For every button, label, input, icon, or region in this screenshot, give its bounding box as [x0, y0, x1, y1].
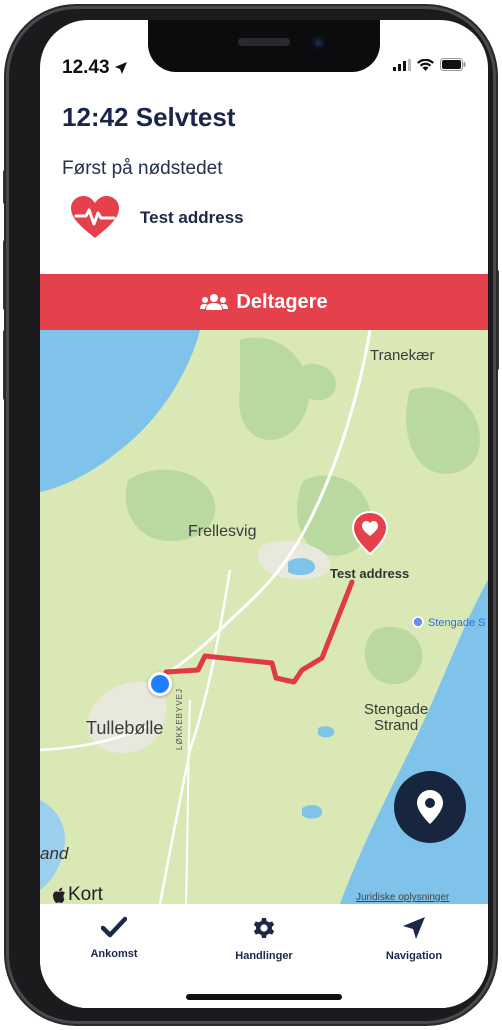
users-group-icon: [200, 294, 229, 310]
forest-5: [364, 626, 423, 685]
destination-marker: [351, 510, 389, 556]
map-label-stengade-poi: Stengade S: [428, 617, 486, 629]
participants-button[interactable]: Deltagere: [40, 274, 488, 330]
tab-bar: Ankomst Handlinger Navigation: [40, 904, 488, 1008]
address-row: Test address: [70, 196, 244, 240]
tab-navigation-label: Navigation: [385, 950, 443, 962]
map-label-stengade-line1: Stengade: [364, 701, 429, 718]
front-camera: [312, 36, 325, 49]
location-arrow-icon: [114, 62, 127, 74]
poi-marker: [412, 616, 424, 628]
legal-link[interactable]: Juridiske oplysninger: [356, 892, 449, 903]
lake-1: [288, 558, 316, 576]
road-south: [158, 569, 232, 904]
navigation-arrow-icon: [403, 917, 425, 939]
page-title: 12:42 Selvtest: [62, 102, 236, 132]
phone-screen: 12.43 12:42 Selvtest Først på nødstedet: [40, 20, 488, 1008]
home-indicator: [186, 994, 342, 1000]
battery-icon: [440, 58, 466, 71]
tab-handlinger-label: Handlinger: [235, 950, 293, 962]
map-label-frellesvig: Frellesvig: [188, 523, 257, 540]
apple-logo-icon: [53, 887, 65, 903]
map-label-stengade-strand: Stengade Strand: [364, 702, 428, 734]
status-time: 12.43: [62, 57, 128, 79]
forest-4: [406, 387, 480, 474]
tab-handlinger[interactable]: Handlinger: [204, 916, 324, 962]
status-indicators: [393, 58, 466, 71]
incident-subtitle: Først på nødstedet: [62, 158, 223, 179]
checkmark-icon: [101, 916, 127, 938]
lake-2: [318, 726, 335, 738]
tab-ankomst[interactable]: Ankomst: [54, 916, 174, 960]
tab-ankomst-label: Ankomst: [90, 948, 138, 960]
wifi-icon: [417, 58, 434, 71]
cellular-signal-icon: [393, 58, 411, 71]
forest-1: [239, 337, 310, 440]
locate-button[interactable]: [394, 771, 466, 843]
map-label-test-address: Test address: [330, 566, 410, 581]
user-location-dot: [148, 672, 172, 696]
gear-icon: [253, 918, 275, 938]
map-label-tullebolle: Tullebølle: [86, 718, 164, 738]
map-label-tranekaer: Tranekær: [370, 347, 435, 364]
lake-3: [302, 805, 323, 819]
route-line: [163, 579, 355, 685]
water-northwest: [40, 330, 200, 492]
tab-navigation[interactable]: Navigation: [354, 916, 474, 962]
map-attribution: Kort: [52, 884, 103, 904]
map-label-lokkebyvej: LØKKEBYVEJ: [175, 687, 184, 750]
map-attribution-text: Kort: [68, 884, 103, 904]
notch: [148, 20, 380, 72]
phone-frame: 12.43 12:42 Selvtest Først på nødstedet: [6, 6, 496, 1024]
map-view[interactable]: Tranekær Frellesvig Test address Stengad…: [40, 330, 488, 904]
heart-pulse-icon: [71, 196, 119, 238]
participants-label: Deltagere: [236, 290, 328, 313]
map-label-stengade-line2: Strand: [374, 717, 419, 734]
road-lokkebyvej: [185, 699, 191, 904]
location-pin-icon: [417, 790, 443, 824]
status-time-text: 12.43: [62, 57, 110, 78]
map-label-land-fragment: and: [40, 844, 69, 863]
incident-address: Test address: [140, 208, 244, 227]
speaker: [238, 38, 290, 46]
